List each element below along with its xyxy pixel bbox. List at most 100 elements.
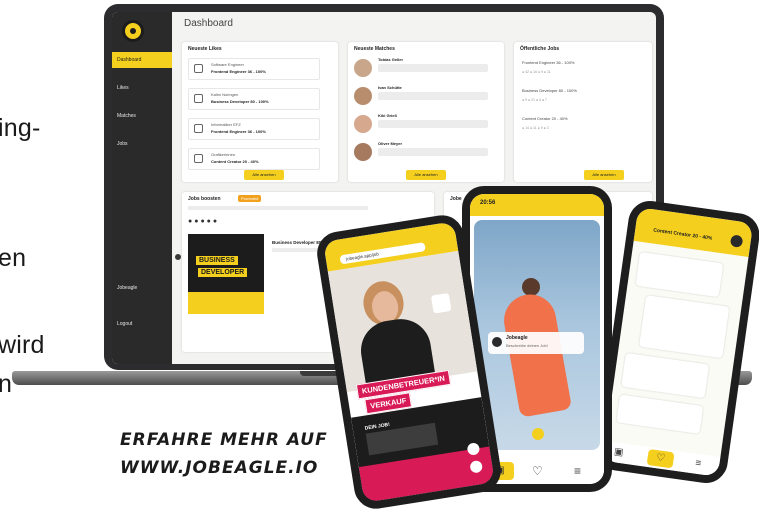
chat-bubble (638, 295, 730, 359)
profile-sub: Beschreibe deinen Job! (506, 343, 548, 348)
job-icon (194, 124, 203, 133)
status-bar: 20:56 (470, 194, 604, 216)
chat-header: Content Creator 20 - 40% (633, 207, 754, 257)
likes-title: Neueste Likes (188, 46, 222, 52)
left-text-1: ing- (0, 114, 41, 142)
match-item[interactable]: Tobias Geller (354, 56, 492, 82)
swipe-card-photo[interactable]: Jobeagle Beschreibe deinen Job! (474, 220, 600, 450)
chat-tabbar: ▣ ♡ ≡ (602, 440, 721, 477)
chat-bubble (616, 394, 704, 434)
like-line2: Frontend Engineer 36 - 100% (211, 69, 266, 74)
boost-description (188, 206, 368, 210)
like-item[interactable]: Kalim Noringen Business Developer 80 - 10… (188, 88, 320, 110)
chat-bubble (635, 251, 724, 298)
like-line2: Content Creator 20 - 40% (211, 159, 259, 164)
heart-icon[interactable]: ♡ (532, 464, 543, 478)
ad-pink-band (358, 446, 495, 503)
left-text-3: wird (0, 331, 45, 359)
boost-title: Jobs boosten (188, 196, 221, 202)
sidebar: Dashboard Likes Matches Jobs Jobeagle Lo… (112, 12, 172, 364)
profile-overlay: Jobeagle Beschreibe deinen Job! (488, 332, 584, 354)
likes-card: Neueste Likes Software Engineer Frontend … (182, 42, 338, 182)
status-time: 20:56 (480, 200, 496, 206)
chat-screen: Content Creator 20 - 40% ▣ ♡ ≡ (602, 207, 754, 477)
like-item[interactable]: Software Engineer Frontend Engineer 36 - … (188, 58, 320, 80)
match-message (378, 148, 488, 156)
like-line1: Grafikerinnen (211, 152, 236, 157)
chat-header-title: Content Creator 20 - 40% (652, 227, 713, 242)
jobeagle-card-title: Jobe (450, 196, 462, 202)
public-job-stats: ● 14 ● 11 ● 9 ● 3 (522, 126, 549, 130)
nav-jobs[interactable]: Jobs (112, 136, 172, 152)
public-job-item[interactable]: Content Creator 20 - 40% (522, 116, 568, 121)
match-name: Ivan Schütte (378, 85, 402, 90)
public-job-item[interactable]: Business Developer 80 - 100% (522, 88, 577, 93)
match-name: Oliver Meyer (378, 141, 403, 146)
list-icon[interactable]: ≡ (695, 458, 702, 470)
match-item[interactable]: Kiki Grieß (354, 112, 492, 138)
left-text-2: en (0, 244, 27, 272)
tagline-line1: ERFAHRE MEHR AUF (120, 430, 328, 450)
sidebar-collapse-handle[interactable] (175, 254, 181, 260)
nav-matches[interactable]: Matches (112, 108, 172, 124)
like-item[interactable]: Informatiker EFZ Frontend Engineer 36 - 1… (188, 118, 320, 140)
like-line1: Kalim Noringen (211, 92, 239, 97)
job-poster-image: BUSINESS DEVELOPER (188, 234, 264, 314)
public-jobs-all-button[interactable]: Alle ansehen (584, 170, 624, 180)
match-item[interactable]: Oliver Meyer (354, 140, 492, 166)
public-job-stats: ● 9 ● 21 ● 4 ● 7 (522, 98, 547, 102)
tagline-line2: WWW.JOBEAGLE.IO (120, 458, 319, 478)
like-line2: Frontend Engineer 36 - 100% (211, 129, 266, 134)
like-line1: Informatiker EFZ (211, 122, 241, 127)
match-message (378, 64, 488, 72)
person-dress (499, 290, 573, 418)
social-icons: ●●●●● (188, 218, 220, 225)
avatar (354, 115, 372, 133)
matches-all-button[interactable]: Alle ansehen (406, 170, 446, 180)
matches-title: Neueste Matches (354, 46, 395, 52)
avatar (354, 87, 372, 105)
profile-avatar (492, 337, 502, 347)
promoted-badge: Promoted (238, 195, 262, 202)
job-icon (194, 154, 203, 163)
public-job-stats: ● 42 ● 16 ● 9 ● 11 (522, 70, 551, 74)
nav-logout[interactable]: Logout (112, 316, 172, 332)
public-jobs-title: Öffentliche Jobs (520, 46, 560, 52)
like-item[interactable]: Grafikerinnen Content Creator 20 - 40% (188, 148, 320, 170)
like-line1: Software Engineer (211, 62, 244, 67)
like-line2: Business Developer 80 - 100% (211, 99, 269, 104)
match-name: Kiki Grieß (378, 113, 397, 118)
chat-avatar (729, 234, 744, 248)
poster-line2: DEVELOPER (198, 268, 248, 277)
nav-jobeagle[interactable]: Jobeagle (112, 280, 172, 296)
avatar (354, 59, 372, 77)
boost-job-title: Business Developer 80 (272, 240, 322, 245)
match-name: Tobias Geller (378, 57, 404, 62)
nav-dashboard[interactable]: Dashboard (112, 52, 172, 68)
likes-all-button[interactable]: Alle ansehen (244, 170, 284, 180)
public-jobs-card: Öffentliche Jobs Frontend Engineer 36 - … (514, 42, 652, 182)
public-job-item[interactable]: Frontend Engineer 36 - 100% (522, 60, 574, 65)
left-text-4: n (0, 370, 13, 398)
match-item[interactable]: Ivan Schütte (354, 84, 492, 110)
briefcase-icon[interactable]: ▣ (613, 446, 624, 458)
chat-bubble (621, 352, 710, 399)
nav-likes[interactable]: Likes (112, 80, 172, 96)
poster-footer (188, 292, 264, 314)
avatar (354, 143, 372, 161)
match-message (378, 92, 488, 100)
profile-name: Jobeagle (506, 335, 528, 341)
list-icon[interactable]: ≡ (574, 464, 581, 478)
page-title: Dashboard (184, 18, 233, 29)
job-icon (194, 94, 203, 103)
jobeagle-logo (122, 20, 144, 42)
match-message (378, 120, 488, 128)
job-icon (194, 64, 203, 73)
poster-line1: BUSINESS (196, 256, 238, 265)
info-icon[interactable] (532, 428, 544, 440)
job-ad-photo (327, 250, 478, 393)
heart-icon[interactable]: ♡ (646, 448, 675, 469)
matches-card: Neueste Matches Tobias Geller Ivan Schüt… (348, 42, 504, 182)
person-head (522, 278, 540, 296)
qr-code (430, 292, 452, 314)
